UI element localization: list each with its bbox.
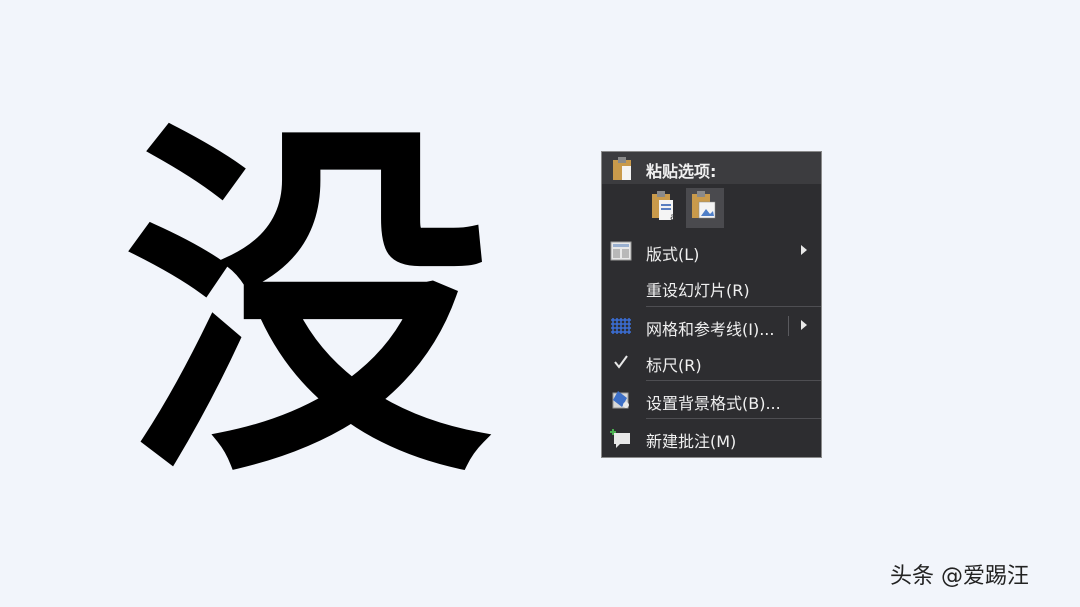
- clipboard-icon: [611, 157, 633, 185]
- grid-icon: [610, 316, 632, 336]
- keep-text-only-paste-button[interactable]: a: [646, 188, 684, 228]
- menu-item-layout-label: 版式(L): [646, 245, 700, 264]
- paste-options-header: 粘贴选项:: [602, 152, 821, 184]
- svg-text:a: a: [670, 212, 676, 223]
- menu-item-new-comment-label: 新建批注(M): [646, 432, 737, 451]
- menu-item-layout[interactable]: 版式(L): [602, 233, 821, 269]
- new-comment-icon: [610, 428, 632, 448]
- watermark: 头条 @爱踢汪: [890, 564, 1029, 589]
- picture-paste-button[interactable]: [686, 188, 724, 228]
- menu-separator: [646, 380, 821, 381]
- slide-character: 没: [124, 88, 492, 521]
- menu-item-format-background-label: 设置背景格式(B)...: [646, 394, 781, 413]
- menu-separator: [646, 418, 821, 419]
- menu-item-reset-slide-label: 重设幻灯片(R): [646, 281, 750, 300]
- layout-icon: [610, 241, 632, 261]
- submenu-divider: [788, 316, 789, 336]
- submenu-arrow-icon: [801, 245, 807, 255]
- menu-item-grid-guides-label: 网格和参考线(I)...: [646, 320, 775, 339]
- menu-item-reset-slide[interactable]: 重设幻灯片(R): [602, 269, 821, 305]
- menu-item-ruler[interactable]: 标尺(R): [602, 344, 821, 380]
- paste-options-title: 粘贴选项:: [646, 162, 717, 181]
- menu-item-grid-guides[interactable]: 网格和参考线(I)...: [602, 308, 821, 344]
- submenu-arrow-icon: [801, 320, 807, 330]
- context-menu: 粘贴选项: a 版式(L) 重设幻灯片(R) 网格和参考线(I)... 标尺(R…: [601, 151, 822, 458]
- menu-item-new-comment[interactable]: 新建批注(M): [602, 420, 821, 456]
- background-format-icon: [610, 390, 632, 410]
- menu-item-ruler-label: 标尺(R): [646, 356, 702, 375]
- checkmark-icon: [610, 352, 632, 372]
- menu-separator: [646, 306, 821, 307]
- menu-item-format-background[interactable]: 设置背景格式(B)...: [602, 382, 821, 418]
